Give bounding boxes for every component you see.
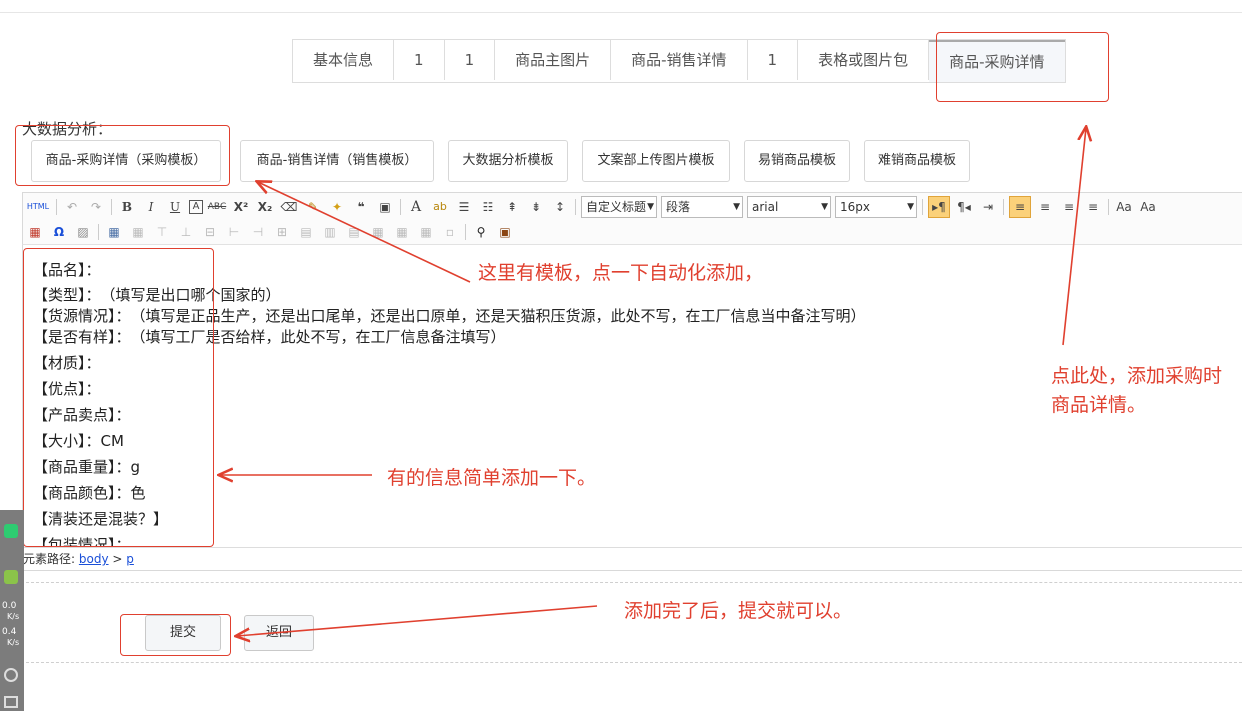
refresh-icon [4, 668, 18, 682]
upload-unit: K/s [7, 612, 20, 621]
floating-monitor-widget[interactable]: 0.0 K/s 0.4 K/s [0, 510, 24, 711]
annotation-arrows [0, 0, 1242, 711]
submit-note: 添加完了后，提交就可以。 [624, 600, 853, 622]
window-icon [4, 696, 18, 708]
download-unit: K/s [7, 638, 20, 647]
download-speed: 0.4 [2, 627, 17, 637]
tab-note-line1: 点此处，添加采购时 [1051, 365, 1223, 387]
template-note: 这里有模板，点一下自动化添加， [478, 262, 764, 284]
upload-speed: 0.0 [2, 601, 17, 611]
memory-icon [4, 570, 18, 584]
shield-icon [4, 524, 18, 538]
info-note: 有的信息简单添加一下。 [387, 467, 597, 489]
tab-note-line2: 商品详情。 [1051, 394, 1147, 416]
